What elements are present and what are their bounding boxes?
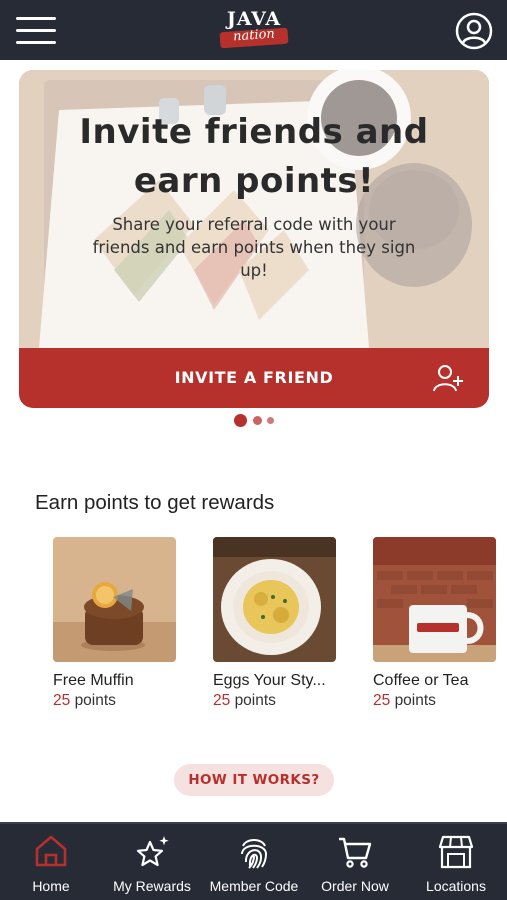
nav-item-locations[interactable]: Locations <box>416 824 496 900</box>
reward-card[interactable]: Eggs Your Sty... 25 points <box>213 537 337 712</box>
nav-label: Member Code <box>209 878 299 894</box>
referral-promo-card[interactable]: Invite friends and earn points! Share yo… <box>19 70 489 408</box>
reward-name: Coffee or Tea <box>373 672 469 689</box>
nav-label: Home <box>32 878 70 894</box>
reward-points-unit: points <box>234 692 276 709</box>
reward-points-value: 25 <box>53 692 71 709</box>
promo-title: Invite friends and earn points! <box>79 112 429 201</box>
reward-points: 25 points <box>53 692 116 710</box>
reward-points-unit: points <box>394 692 436 709</box>
coffee-mug-image <box>373 537 496 662</box>
carousel-dot[interactable] <box>267 417 274 424</box>
nav-label: Locations <box>426 878 486 894</box>
profile-icon[interactable] <box>455 12 493 50</box>
add-user-icon <box>433 365 463 392</box>
rewards-carousel[interactable]: Free Muffin 25 points Eggs Your Sty... 2… <box>0 537 507 717</box>
eggs-image <box>213 537 336 662</box>
invite-friend-label: INVITE A FRIEND <box>174 368 334 387</box>
reward-points-value: 25 <box>373 692 391 709</box>
fingerprint-icon <box>241 839 268 869</box>
how-it-works-label: HOW IT WORKS? <box>188 772 320 788</box>
carousel-dot-active[interactable] <box>234 414 247 427</box>
reward-points-unit: points <box>74 692 116 709</box>
muffin-image <box>53 537 176 662</box>
reward-card[interactable]: Coffee or Tea 25 points <box>373 537 497 712</box>
hamburger-menu-icon[interactable] <box>16 17 56 45</box>
rewards-section-title: Earn points to get rewards <box>35 491 275 514</box>
bottom-navigation: Home My Rewards Member Code Order Now Lo… <box>0 822 507 900</box>
nav-label: My Rewards <box>113 878 191 894</box>
invite-friend-button[interactable]: INVITE A FRIEND <box>19 348 489 408</box>
reward-points: 25 points <box>373 692 436 710</box>
nav-item-member-code[interactable]: Member Code <box>204 824 304 900</box>
reward-name: Eggs Your Sty... <box>213 672 326 689</box>
star-sparkle-icon <box>136 836 169 867</box>
nav-item-my-rewards[interactable]: My Rewards <box>107 824 197 900</box>
reward-points-value: 25 <box>213 692 231 709</box>
reward-card[interactable]: Free Muffin 25 points <box>53 537 177 712</box>
store-icon <box>438 835 474 869</box>
nav-item-home[interactable]: Home <box>11 824 91 900</box>
reward-points: 25 points <box>213 692 276 710</box>
nav-label: Order Now <box>321 878 389 894</box>
carousel-pagination <box>0 414 507 428</box>
carousel-dot[interactable] <box>253 416 262 425</box>
home-icon <box>35 835 67 867</box>
how-it-works-button[interactable]: HOW IT WORKS? <box>174 764 334 796</box>
top-app-bar: JAVA nation <box>0 0 507 60</box>
nav-item-order-now[interactable]: Order Now <box>313 824 397 900</box>
reward-name: Free Muffin <box>53 672 134 689</box>
java-nation-logo[interactable]: JAVA nation <box>214 6 294 54</box>
cart-icon <box>339 837 372 868</box>
promo-description: Share your referral code with your frien… <box>92 215 416 280</box>
